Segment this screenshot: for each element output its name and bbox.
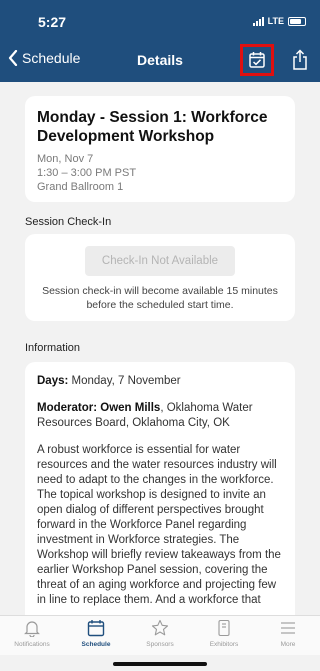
moderator-row: Moderator: Owen Mills, Oklahoma Water Re… <box>37 401 283 431</box>
star-icon <box>149 618 171 638</box>
session-description: A robust workforce is essential for wate… <box>37 444 281 606</box>
tab-bar: Notifications Schedule Sponsors Exhibito… <box>0 615 320 655</box>
session-location: Grand Ballroom 1 <box>37 181 124 193</box>
tab-label: Schedule <box>81 641 111 648</box>
back-label: Schedule <box>22 50 81 66</box>
details-content[interactable]: Monday - Session 1: Workforce Developmen… <box>0 82 320 615</box>
status-indicators: LTE <box>252 16 306 26</box>
calendar-check-icon <box>249 52 265 68</box>
chevron-left-icon <box>8 50 18 66</box>
tab-sponsors[interactable]: Sponsors <box>128 616 192 655</box>
tab-label: Exhibitors <box>209 641 239 648</box>
home-indicator <box>113 662 207 666</box>
signal-icon <box>252 16 264 26</box>
tab-exhibitors[interactable]: Exhibitors <box>192 616 256 655</box>
checkin-card: Check-In Not Available Session check-in … <box>25 234 295 321</box>
session-meta: Mon, Nov 7 1:30 – 3:00 PM PST Grand Ball… <box>37 152 283 194</box>
session-date: Mon, Nov 7 <box>37 153 94 165</box>
information-section-label: Information <box>25 342 81 354</box>
tab-label: More <box>280 641 296 648</box>
back-button[interactable]: Schedule <box>8 50 80 66</box>
header: 5:27 LTE Schedule Details <box>0 0 320 82</box>
share-icon <box>293 49 307 70</box>
tab-label: Sponsors <box>146 641 174 648</box>
checkin-button[interactable]: Check-In Not Available <box>85 246 235 276</box>
bell-icon <box>21 618 43 638</box>
calendar-icon <box>85 618 107 638</box>
checkin-note: Session check-in will become available 1… <box>42 285 278 311</box>
tab-schedule[interactable]: Schedule <box>64 616 128 655</box>
moderator-label: Moderator: <box>37 402 98 414</box>
battery-icon <box>288 16 306 26</box>
tab-label: Notifications <box>14 641 50 648</box>
nav-bar: Schedule Details <box>0 44 320 76</box>
session-title: Monday - Session 1: Workforce Developmen… <box>37 109 268 145</box>
tab-more[interactable]: More <box>256 616 320 655</box>
information-card: Days: Monday, 7 November Moderator: Owen… <box>25 362 295 615</box>
status-time: 5:27 <box>38 14 67 30</box>
share-button[interactable] <box>288 48 312 72</box>
days-label: Days: <box>37 375 69 387</box>
moderator-name[interactable]: Owen Mills <box>100 402 160 414</box>
session-card: Monday - Session 1: Workforce Developmen… <box>25 96 295 202</box>
checkin-section-label: Session Check-In <box>25 216 112 228</box>
days-value: Monday, 7 November <box>71 375 181 387</box>
status-bar: 5:27 LTE <box>0 0 320 40</box>
days-row: Days: Monday, 7 November <box>37 374 283 389</box>
add-to-calendar-button[interactable] <box>240 44 274 76</box>
session-time: 1:30 – 3:00 PM PST <box>37 167 137 179</box>
network-label: LTE <box>267 16 284 26</box>
menu-icon <box>277 618 299 638</box>
tab-notifications[interactable]: Notifications <box>0 616 64 655</box>
badge-icon <box>213 618 235 638</box>
